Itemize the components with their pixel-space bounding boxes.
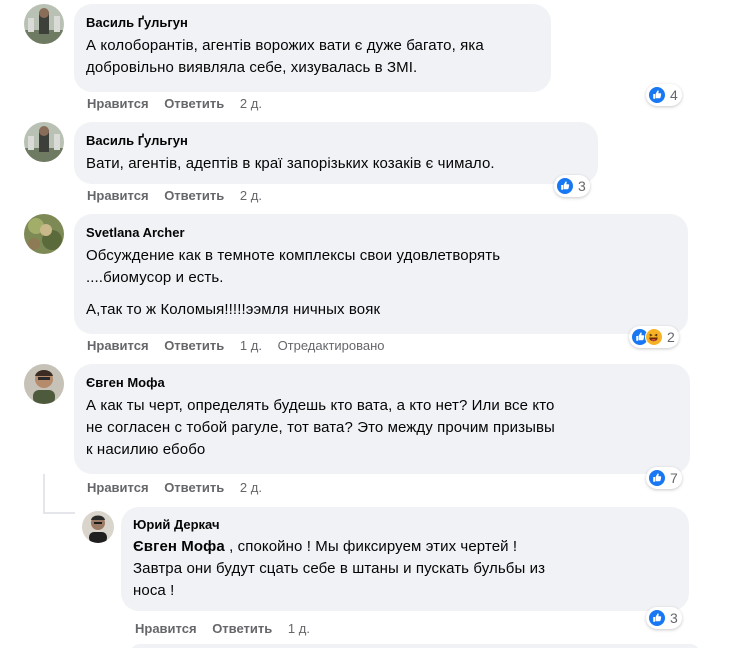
comment-line: Обсуждение как в темноте комплексы свои …: [86, 247, 501, 264]
like-reaction-icon: [648, 86, 666, 104]
comment-timestamp[interactable]: 2 д.: [240, 480, 262, 495]
comment-text: Євген Мофа , спокойно ! Мы фиксируем эти…: [133, 536, 677, 602]
comment-author[interactable]: Василь Ґульгун: [86, 132, 586, 149]
comment-bubble: Svetlana Archer Обсуждение как в темноте…: [74, 214, 688, 334]
like-button[interactable]: Нравится: [135, 621, 197, 636]
haha-reaction-icon: [645, 328, 663, 346]
like-reaction-icon: [648, 469, 666, 487]
comment-line: добровільно виявляла себе, хизувалась в …: [86, 59, 418, 76]
comment-timestamp[interactable]: 1 д.: [288, 621, 310, 636]
comment-line: ....биомусор и есть.: [86, 269, 224, 286]
comment-line: Вати, агентів, адептів в краї запорізьки…: [86, 155, 495, 172]
comment-line: А,так то ж Коломыя!!!!!ээмля ничных вояк: [86, 301, 381, 318]
comment-bubble: Юрий Деркач Євген Мофа , спокойно ! Мы ф…: [121, 507, 689, 611]
reply-button[interactable]: Ответить: [164, 188, 224, 203]
comment-line: Євген Мофа , спокойно ! Мы фиксируем эти…: [133, 536, 677, 558]
like-button[interactable]: Нравится: [87, 338, 149, 353]
reaction-count-value: 3: [578, 178, 586, 194]
like-button[interactable]: Нравится: [87, 480, 149, 495]
comment-timestamp[interactable]: 2 д.: [240, 188, 262, 203]
reaction-count[interactable]: 4: [646, 84, 682, 106]
comment-line: А колоборантів, агентів ворожих вати є д…: [86, 37, 484, 54]
reply-button[interactable]: Ответить: [212, 621, 272, 636]
reaction-count-value: 4: [670, 87, 678, 103]
comment-text: А как ты черт, определять будешь кто ват…: [86, 395, 678, 461]
comment-bubble: Василь Ґульгун Вати, агентів, адептів в …: [74, 122, 598, 184]
comment-actions: Нравится Ответить 2 д.: [87, 96, 274, 112]
avatar[interactable]: [24, 122, 64, 162]
comment-actions: Нравится Ответить 2 д.: [87, 480, 274, 496]
comment-author[interactable]: Svetlana Archer: [86, 224, 676, 241]
comment-actions: Нравится Ответить 2 д.: [87, 188, 274, 204]
avatar[interactable]: [24, 364, 64, 404]
comment-line: Завтра они будут сцать себе в штаны и пу…: [133, 560, 546, 577]
next-comment-bubble: [130, 644, 700, 648]
comment-author[interactable]: Юрий Деркач: [133, 516, 677, 533]
reaction-count-value: 2: [667, 329, 675, 345]
comment-actions: Нравится Ответить 1 д.: [135, 621, 322, 637]
reply-thread-line: [43, 512, 75, 514]
reaction-count-value: 3: [670, 610, 678, 626]
like-button[interactable]: Нравится: [87, 188, 149, 203]
comment-text: Вати, агентів, адептів в краї запорізьки…: [86, 153, 586, 175]
reply-button[interactable]: Ответить: [164, 480, 224, 495]
comment-line: к насилию ебобо: [86, 441, 206, 458]
avatar[interactable]: [82, 511, 114, 543]
comment-author[interactable]: Василь Ґульгун: [86, 14, 539, 31]
avatar[interactable]: [24, 4, 64, 44]
comment-author[interactable]: Євген Мофа: [86, 374, 678, 391]
comment-line: носа !: [133, 582, 175, 599]
comment-line: А как ты черт, определять будешь кто ват…: [86, 397, 555, 414]
reply-button[interactable]: Ответить: [164, 96, 224, 111]
reaction-count[interactable]: 7: [646, 467, 682, 489]
avatar[interactable]: [24, 214, 64, 254]
comment-bubble: Василь Ґульгун А колоборантів, агентів в…: [74, 4, 551, 92]
reaction-count[interactable]: 3: [646, 607, 682, 629]
comment-bubble: Євген Мофа А как ты черт, определять буд…: [74, 364, 690, 474]
mention-link[interactable]: Євген Мофа: [133, 538, 225, 555]
reaction-count[interactable]: 3: [554, 175, 590, 197]
comment-timestamp[interactable]: 2 д.: [240, 96, 262, 111]
edited-label: Отредактировано: [277, 338, 385, 353]
comment-line: не согласен с тобой рагуле, тот вата? Эт…: [86, 419, 555, 436]
like-button[interactable]: Нравится: [87, 96, 149, 111]
reply-thread-line: [43, 474, 45, 514]
comment-timestamp[interactable]: 1 д.: [240, 338, 262, 353]
reply-button[interactable]: Ответить: [164, 338, 224, 353]
comment-text: Обсуждение как в темноте комплексы свои …: [86, 245, 676, 321]
comment-actions: Нравится Ответить 1 д. Отредактировано: [87, 338, 385, 354]
comment-text: А колоборантів, агентів ворожих вати є д…: [86, 35, 539, 79]
like-reaction-icon: [648, 609, 666, 627]
reaction-count[interactable]: 2: [629, 326, 679, 348]
like-reaction-icon: [556, 177, 574, 195]
comment-line-rest: , спокойно ! Мы фиксируем этих чертей !: [224, 538, 518, 555]
reaction-count-value: 7: [670, 470, 678, 486]
